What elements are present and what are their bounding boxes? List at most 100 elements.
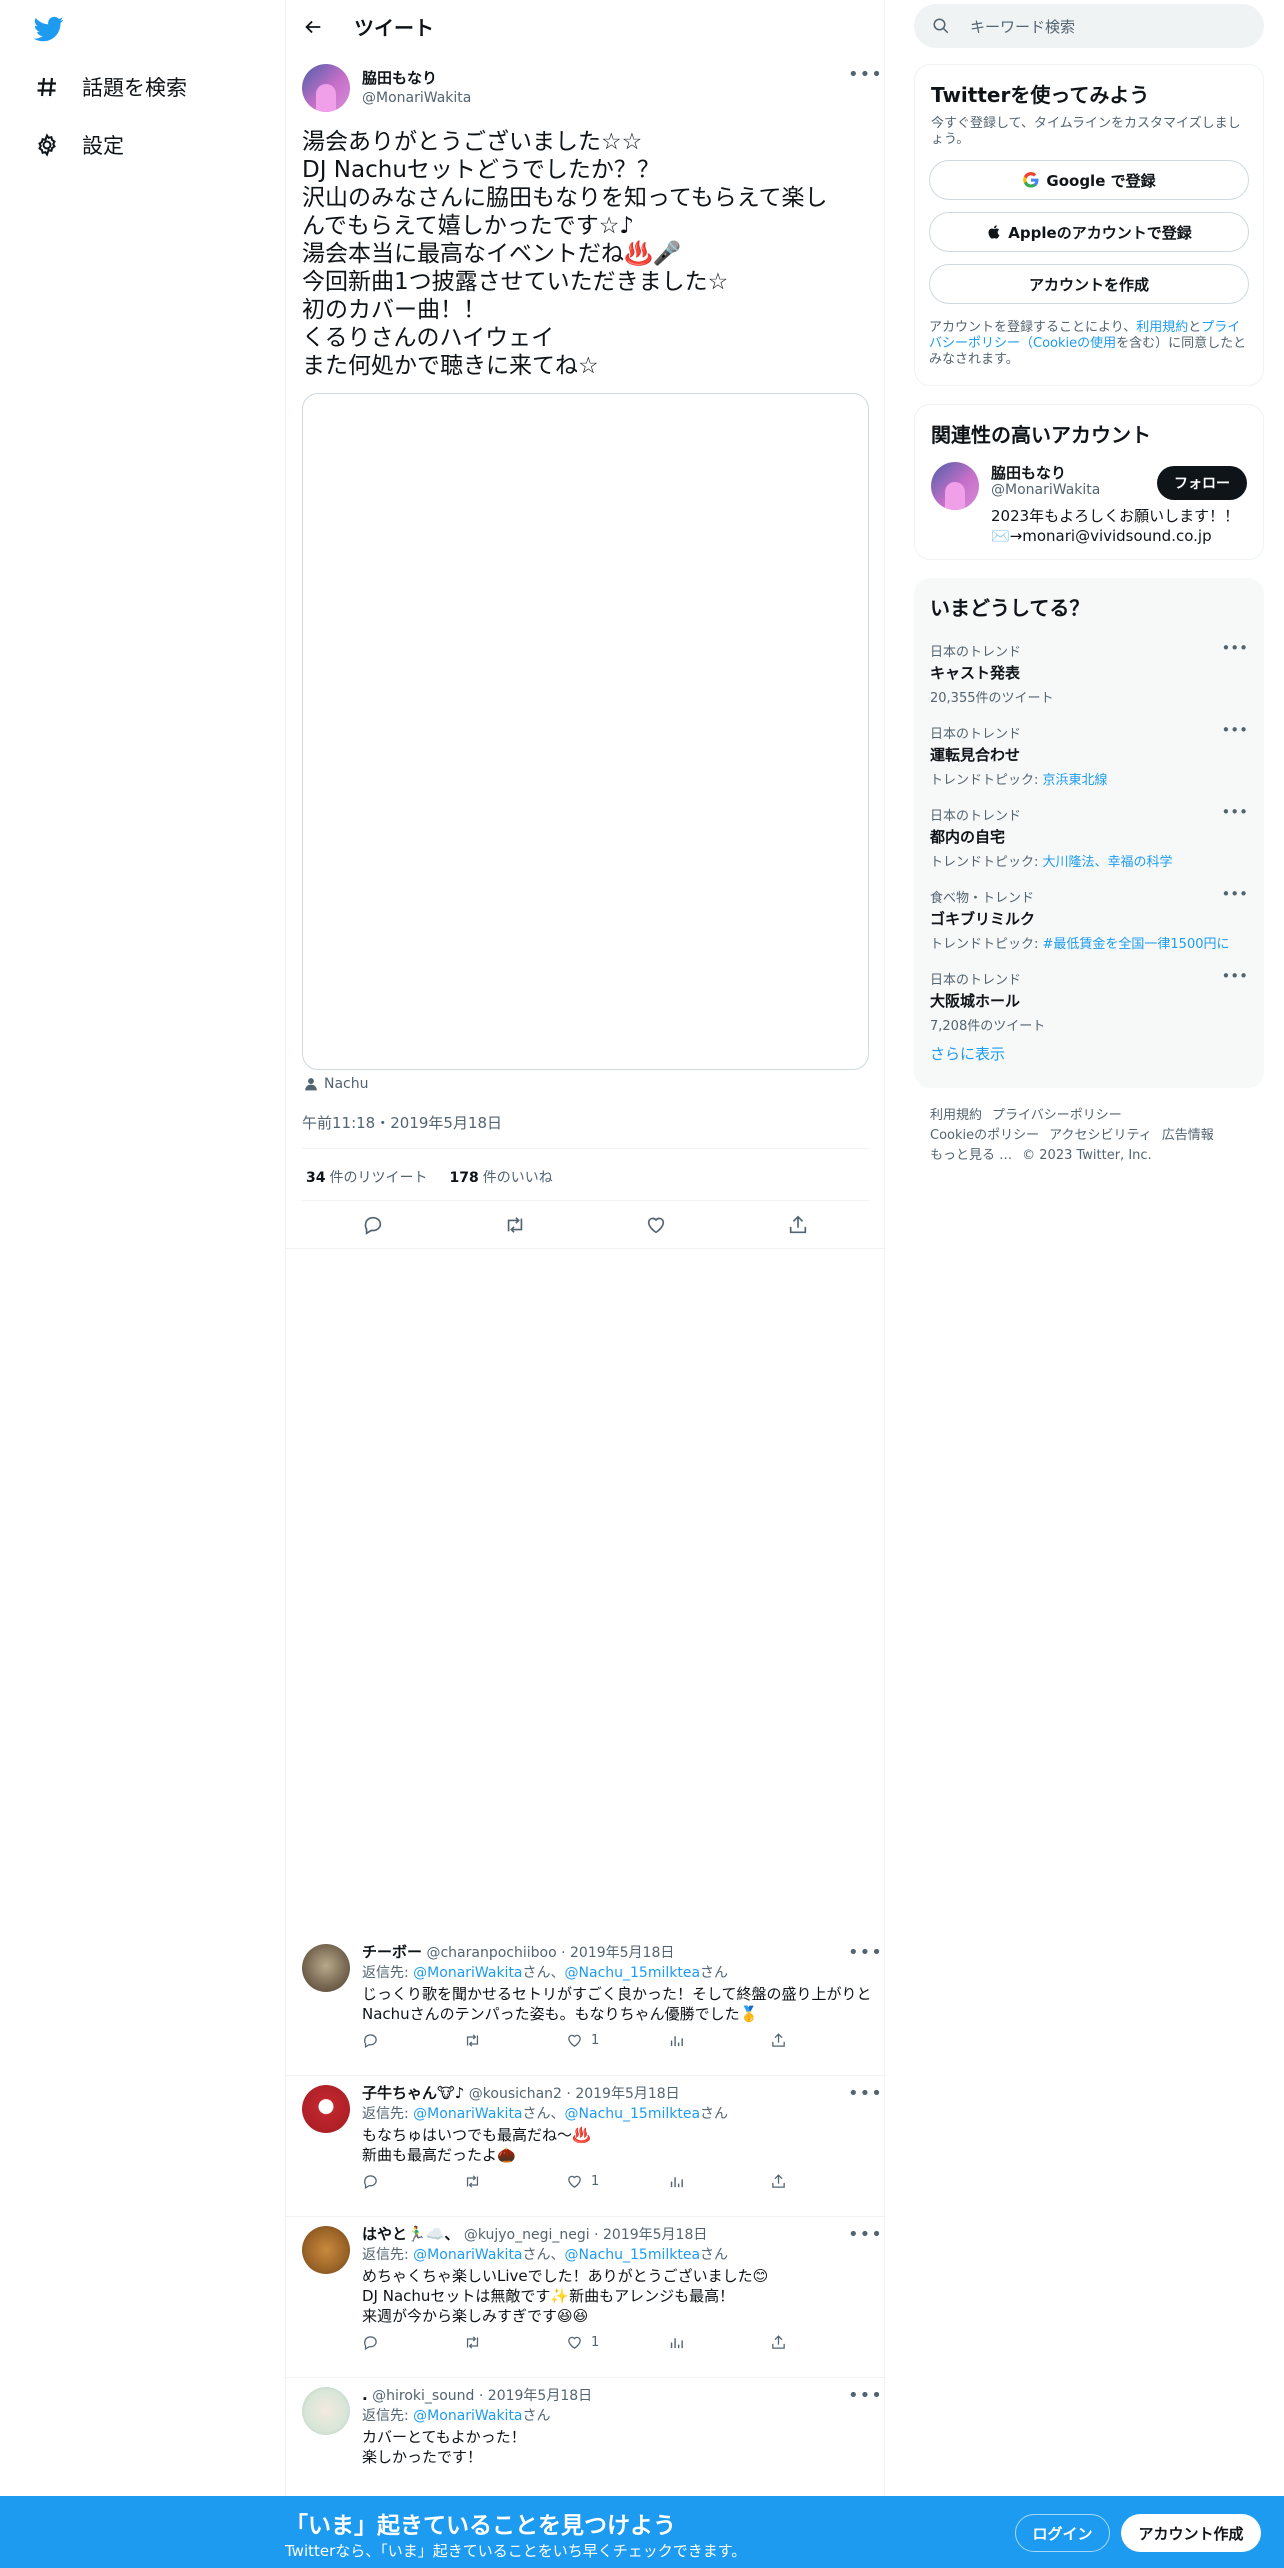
terms-link[interactable]: 利用規約: [1136, 320, 1188, 335]
author-name[interactable]: 脇田もなり: [362, 68, 471, 88]
reply-analytics-button[interactable]: [668, 2173, 770, 2190]
more-options-icon[interactable]: •••: [848, 1942, 883, 1963]
like-icon: [568, 2034, 581, 2047]
more-options-icon[interactable]: •••: [1221, 803, 1248, 821]
reply-like-button[interactable]: 1: [566, 2334, 668, 2351]
search-box[interactable]: キーワード検索: [914, 4, 1264, 48]
create-account-button[interactable]: アカウントを作成: [929, 264, 1249, 304]
retweet-stat[interactable]: 34 件のリツイート: [306, 1167, 427, 1187]
divider: [302, 1200, 869, 1201]
trend-item[interactable]: 日本のトレンド 都内の自宅 トレンドトピック: 大川隆法、幸福の科学 •••: [930, 793, 1248, 875]
reply-to-link[interactable]: @MonariWakita: [413, 2408, 522, 2424]
more-options-icon[interactable]: •••: [1221, 967, 1248, 985]
reply-icon[interactable]: [362, 1214, 384, 1236]
reply-retweet-button[interactable]: [464, 2032, 566, 2049]
author-avatar[interactable]: [302, 64, 350, 112]
reply-retweet-button[interactable]: [464, 2173, 566, 2190]
reply-handle[interactable]: @kujyo_negi_negi: [464, 2227, 590, 2243]
reply-item[interactable]: 子牛ちゃん🐮♪ @kousichan2 · 2019年5月18日 返信先: @M…: [286, 2077, 886, 2217]
share-icon[interactable]: [787, 1214, 809, 1236]
footer-ads-link[interactable]: 広告情報: [1162, 1128, 1214, 1143]
related-name[interactable]: 脇田もなり: [991, 462, 1066, 483]
trend-item[interactable]: 日本のトレンド 運転見合わせ トレンドトピック: 京浜東北線 •••: [930, 711, 1248, 793]
more-options-icon[interactable]: •••: [848, 2224, 883, 2245]
login-button[interactable]: ログイン: [1015, 2514, 1110, 2552]
reply-analytics-button[interactable]: [668, 2032, 770, 2049]
reply-name[interactable]: 子牛ちゃん🐮♪: [362, 2084, 464, 2102]
trend-item[interactable]: 日本のトレンド キャスト発表 20,355件のツイート •••: [930, 629, 1248, 711]
apple-signup-button[interactable]: Appleのアカウントで登録: [929, 212, 1249, 252]
reply-avatar[interactable]: [302, 2085, 350, 2133]
reply-to-link[interactable]: @MonariWakita: [413, 2247, 522, 2263]
related-handle[interactable]: @MonariWakita: [991, 482, 1100, 498]
more-options-icon[interactable]: •••: [848, 2083, 883, 2104]
footer-privacy-link[interactable]: プライバシーポリシー: [992, 1108, 1122, 1123]
reply-reply-button[interactable]: [362, 2173, 464, 2190]
reply-date[interactable]: 2019年5月18日: [488, 2388, 592, 2404]
reply-avatar[interactable]: [302, 2387, 350, 2435]
related-avatar[interactable]: [931, 462, 979, 510]
trend-topic-link[interactable]: #最低賃金を全国一律1500円に: [1043, 937, 1230, 952]
footer-cookie-link[interactable]: Cookieのポリシー: [930, 1128, 1039, 1143]
more-options-icon[interactable]: •••: [848, 64, 883, 85]
footer-accessibility-link[interactable]: アクセシビリティ: [1049, 1128, 1152, 1143]
reply-reply-button[interactable]: [362, 2334, 464, 2351]
reply-handle[interactable]: @hiroki_sound: [372, 2388, 474, 2404]
like-icon[interactable]: [645, 1214, 667, 1236]
reply-to-link[interactable]: @Nachu_15milktea: [565, 1965, 701, 1981]
related-account[interactable]: 脇田もなり @MonariWakita 2023年もよろしくお願いします！！ ✉…: [931, 462, 1247, 562]
reply-like-button[interactable]: 1: [566, 2173, 668, 2190]
back-arrow-icon[interactable]: [302, 16, 324, 38]
search-input[interactable]: キーワード検索: [970, 16, 1075, 37]
show-more-link[interactable]: さらに表示: [930, 1043, 1248, 1064]
tweet-media[interactable]: [302, 393, 869, 1070]
reply-date[interactable]: 2019年5月18日: [575, 2086, 679, 2102]
reply-to-link[interactable]: @Nachu_15milktea: [565, 2106, 701, 2122]
nav-settings[interactable]: 設定: [34, 130, 124, 160]
tweet-author[interactable]: 脇田もなり @MonariWakita: [302, 64, 471, 112]
google-signup-button[interactable]: Google で登録: [929, 160, 1249, 200]
more-options-icon[interactable]: •••: [1221, 885, 1248, 903]
more-options-icon[interactable]: •••: [848, 2385, 883, 2406]
tagged-user[interactable]: Nachu: [304, 1076, 369, 1092]
reply-date[interactable]: 2019年5月18日: [603, 2227, 707, 2243]
reply-item[interactable]: チーボー @charanpochiiboo · 2019年5月18日 返信先: …: [286, 1936, 886, 2076]
reply-to-link[interactable]: @Nachu_15milktea: [565, 2247, 701, 2263]
reply-retweet-button[interactable]: [464, 2334, 566, 2351]
reply-share-button[interactable]: [770, 2173, 872, 2190]
tweet-timestamp[interactable]: 午前11:18・2019年5月18日: [302, 1112, 502, 1133]
reply-name[interactable]: チーボー: [362, 1943, 422, 1961]
reply-name[interactable]: はやと🏃‍♂️☁️、: [362, 2225, 459, 2243]
trend-item[interactable]: 食べ物・トレンド ゴキブリミルク トレンドトピック: #最低賃金を全国一律150…: [930, 875, 1248, 957]
follow-button[interactable]: フォロー: [1157, 466, 1247, 500]
nav-explore[interactable]: 話題を検索: [34, 72, 187, 102]
more-options-icon[interactable]: •••: [1221, 721, 1248, 739]
reply-share-button[interactable]: [770, 2334, 872, 2351]
author-handle[interactable]: @MonariWakita: [362, 88, 471, 108]
trend-topic-link[interactable]: 京浜東北線: [1043, 773, 1108, 788]
reply-to-link[interactable]: @MonariWakita: [413, 1965, 522, 1981]
more-options-icon[interactable]: •••: [1221, 639, 1248, 657]
reply-share-button[interactable]: [770, 2032, 872, 2049]
reply-handle[interactable]: @charanpochiiboo: [426, 1945, 556, 1961]
like-stat[interactable]: 178 件のいいね: [449, 1167, 552, 1187]
footer-terms-link[interactable]: 利用規約: [930, 1108, 982, 1123]
retweet-icon[interactable]: [504, 1214, 526, 1236]
trend-topic-link[interactable]: 大川隆法、幸福の科学: [1043, 855, 1173, 870]
footer-more-link[interactable]: もっと見る …: [930, 1148, 1012, 1163]
cookie-link[interactable]: （Cookieの使用: [1020, 336, 1116, 351]
reply-avatar[interactable]: [302, 2226, 350, 2274]
reply-to-link[interactable]: @MonariWakita: [413, 2106, 522, 2122]
trend-item[interactable]: 日本のトレンド 大阪城ホール 7,208件のツイート •••: [930, 957, 1248, 1039]
twitter-logo-icon[interactable]: [34, 14, 64, 44]
reply-date[interactable]: 2019年5月18日: [570, 1945, 674, 1961]
reply-name[interactable]: .: [362, 2386, 368, 2404]
signup-button[interactable]: アカウント作成: [1121, 2514, 1261, 2552]
reply-item[interactable]: . @hiroki_sound · 2019年5月18日 返信先: @Monar…: [286, 2379, 886, 2499]
reply-analytics-button[interactable]: [668, 2334, 770, 2351]
reply-avatar[interactable]: [302, 1944, 350, 1992]
reply-handle[interactable]: @kousichan2: [469, 2086, 562, 2102]
reply-like-button[interactable]: 1: [566, 2032, 668, 2049]
reply-reply-button[interactable]: [362, 2032, 464, 2049]
reply-item[interactable]: はやと🏃‍♂️☁️、 @kujyo_negi_negi · 2019年5月18日…: [286, 2218, 886, 2378]
